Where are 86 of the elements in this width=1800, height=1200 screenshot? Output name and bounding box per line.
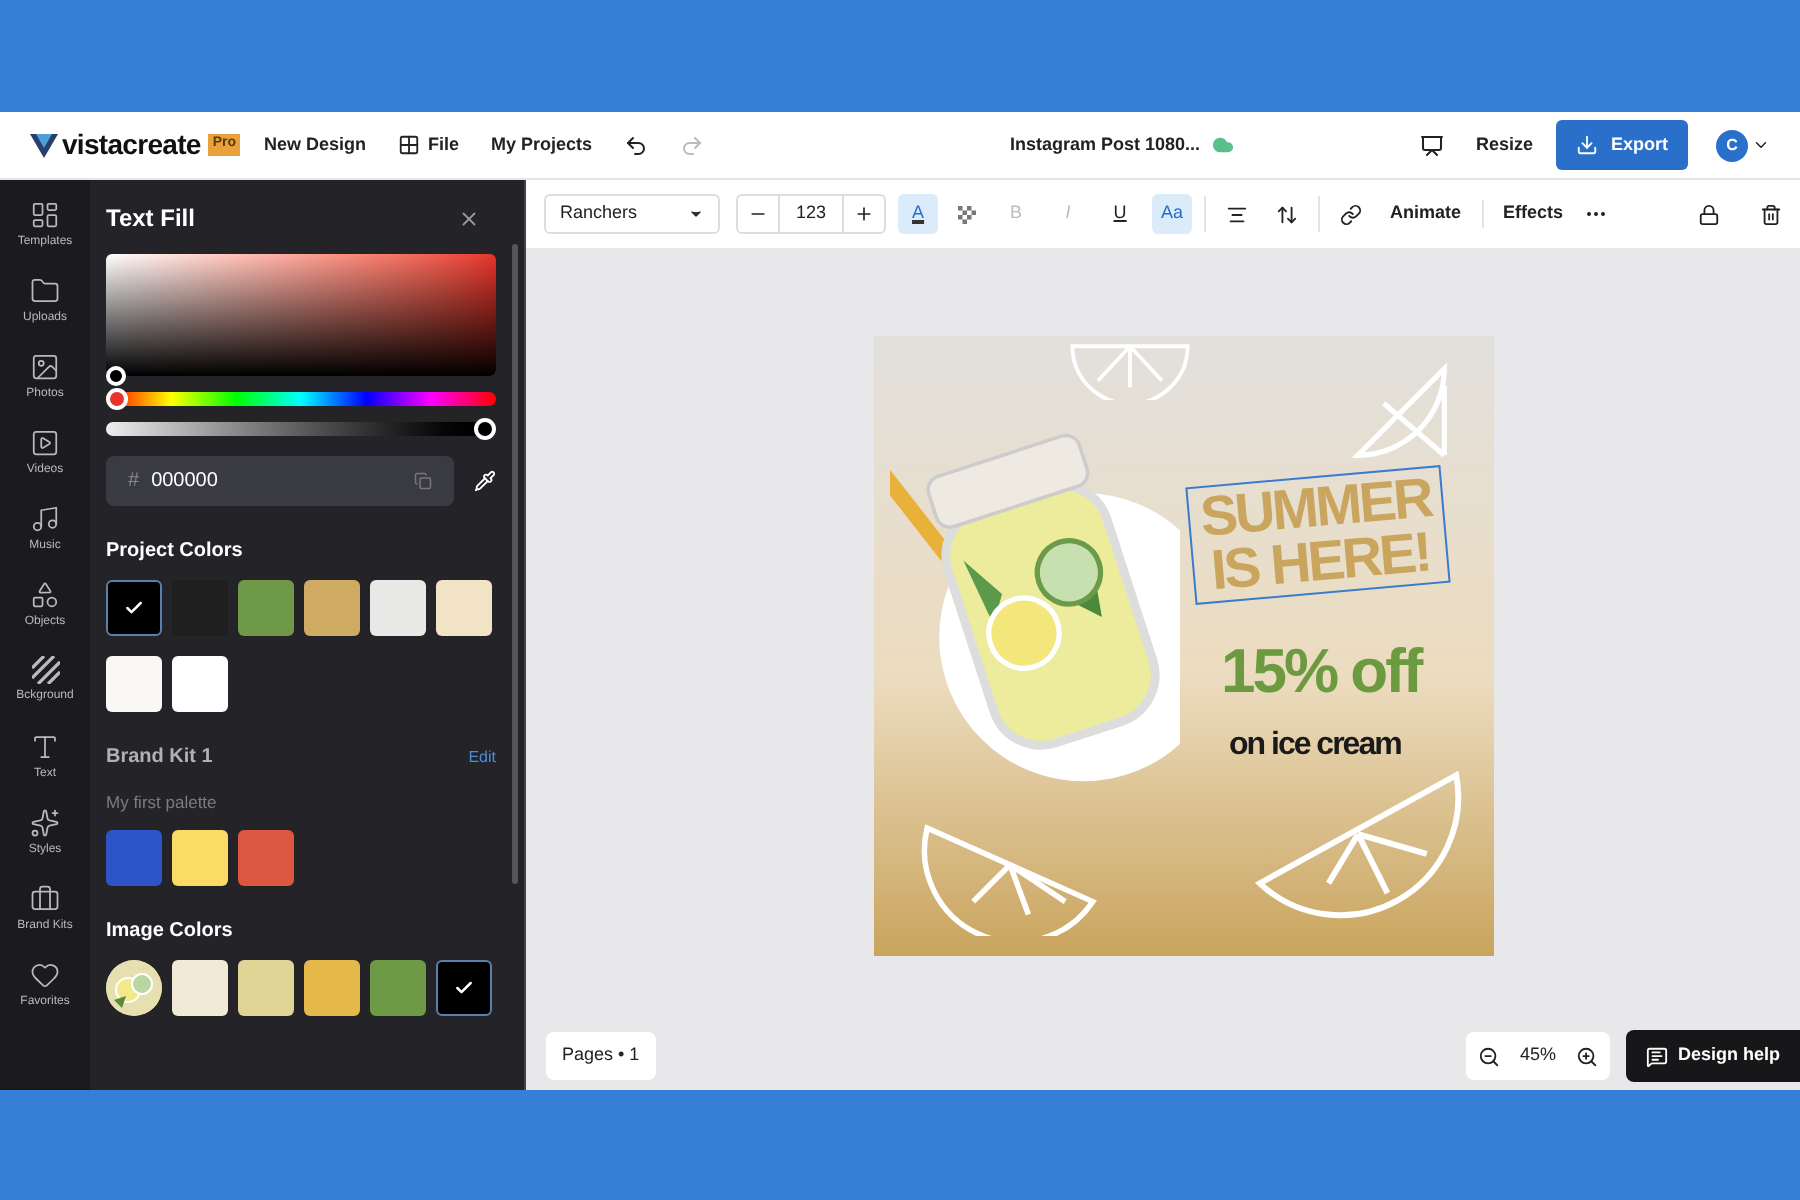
heart-icon [30,960,60,990]
copy-icon[interactable] [414,472,432,490]
palette-name: My first palette [106,790,219,816]
color-swatch[interactable] [436,580,492,636]
color-swatch[interactable] [370,580,426,636]
close-icon[interactable] [458,207,480,229]
section-title: Project Colors [106,538,243,566]
opacity-thumb[interactable] [474,418,496,440]
panel-title: Text Fill [106,202,195,236]
color-swatch[interactable] [172,656,228,712]
templates-icon [29,200,60,230]
section-title: Image Colors [106,917,233,946]
color-swatch[interactable] [172,959,228,1016]
image-icon [30,352,60,382]
color-swatch[interactable] [238,580,294,636]
file-menu[interactable]: File [398,131,460,159]
eyedropper-icon[interactable] [474,470,496,492]
opacity-slider[interactable] [106,418,496,440]
trash-icon[interactable] [1760,203,1782,225]
format-button[interactable]: Aa [1152,194,1193,234]
lock-icon[interactable] [1698,203,1720,225]
check-icon [124,598,144,618]
toolbar-action[interactable]: Animate [1382,200,1470,228]
design-help-button[interactable]: Design help [1625,1030,1800,1082]
export-button[interactable]: Export [1556,120,1688,170]
color-swatch[interactable] [436,959,492,1016]
sparkle-icon [30,808,60,838]
zoom-in-icon[interactable] [1576,1045,1598,1067]
hash-prefix: # [128,468,140,496]
color-swatch[interactable] [304,959,360,1016]
font-size-value[interactable]: 123 [778,196,845,232]
edit-link[interactable]: Edit [468,745,496,769]
cloud-icon [1212,134,1235,156]
grid-icon [398,134,421,156]
stripes-icon [31,656,59,684]
logo-icon [30,133,58,157]
zoom-level: 45% [1519,1042,1556,1069]
color-swatch[interactable] [370,959,426,1016]
color-swatch[interactable] [238,959,294,1016]
text-color-button[interactable]: A [898,194,939,234]
color-swatch[interactable] [106,656,162,712]
line-spacing-icon[interactable] [1276,203,1299,225]
saturation-field[interactable] [106,254,496,386]
link-icon[interactable] [1340,203,1363,225]
document-title[interactable]: Instagram Post 1080... [1009,131,1201,159]
section-title: Brand Kit 1 [106,744,213,772]
color-thumb[interactable] [106,366,126,386]
play-icon [30,428,60,458]
caret-icon[interactable] [1752,136,1770,154]
plus-icon[interactable] [854,204,875,224]
menu-item[interactable]: My Projects [491,131,593,159]
hex-value: 000000 [151,468,220,496]
avatar[interactable]: C [1716,129,1748,161]
briefcase-icon [30,884,60,914]
design-canvas[interactable]: SUMMER IS HERE! 15% off on ice cream [873,336,1493,956]
transparency-icon[interactable] [958,205,977,223]
text-icon [30,732,60,762]
color-swatch[interactable] [304,580,360,636]
pages-button[interactable]: Pages • 1 [546,1032,656,1080]
toolbar-action[interactable]: Effects [1481,200,1572,228]
check-icon [454,977,474,998]
font-dropdown[interactable]: Ranchers [544,194,720,234]
present-icon[interactable] [1419,133,1444,157]
lemon-thumbnail-icon [106,959,162,1016]
hue-thumb[interactable] [106,388,128,410]
shapes-icon [30,580,60,610]
color-swatch[interactable] [106,829,162,886]
undo-icon[interactable] [624,133,649,157]
hue-slider[interactable] [106,388,496,410]
subline-text[interactable]: on ice cream [1229,730,1401,762]
chat-icon [1645,1045,1668,1067]
color-swatch[interactable] [238,829,294,886]
resize-button[interactable]: Resize [1475,131,1533,159]
color-swatch[interactable] [172,829,228,886]
color-swatch[interactable] [106,580,162,636]
music-icon [29,504,60,534]
format-button[interactable]: U [1100,194,1141,234]
image-swatch[interactable] [106,959,162,1016]
logo-wordmark: vistacreate [62,126,201,164]
menu-item[interactable]: New Design [264,131,367,159]
hex-input[interactable]: # 000000 [106,456,454,506]
align-center-icon[interactable] [1226,203,1249,225]
zoom-out-icon[interactable] [1477,1045,1500,1067]
caret-icon [688,206,704,222]
download-icon [1576,134,1599,156]
folder-icon [29,276,60,306]
